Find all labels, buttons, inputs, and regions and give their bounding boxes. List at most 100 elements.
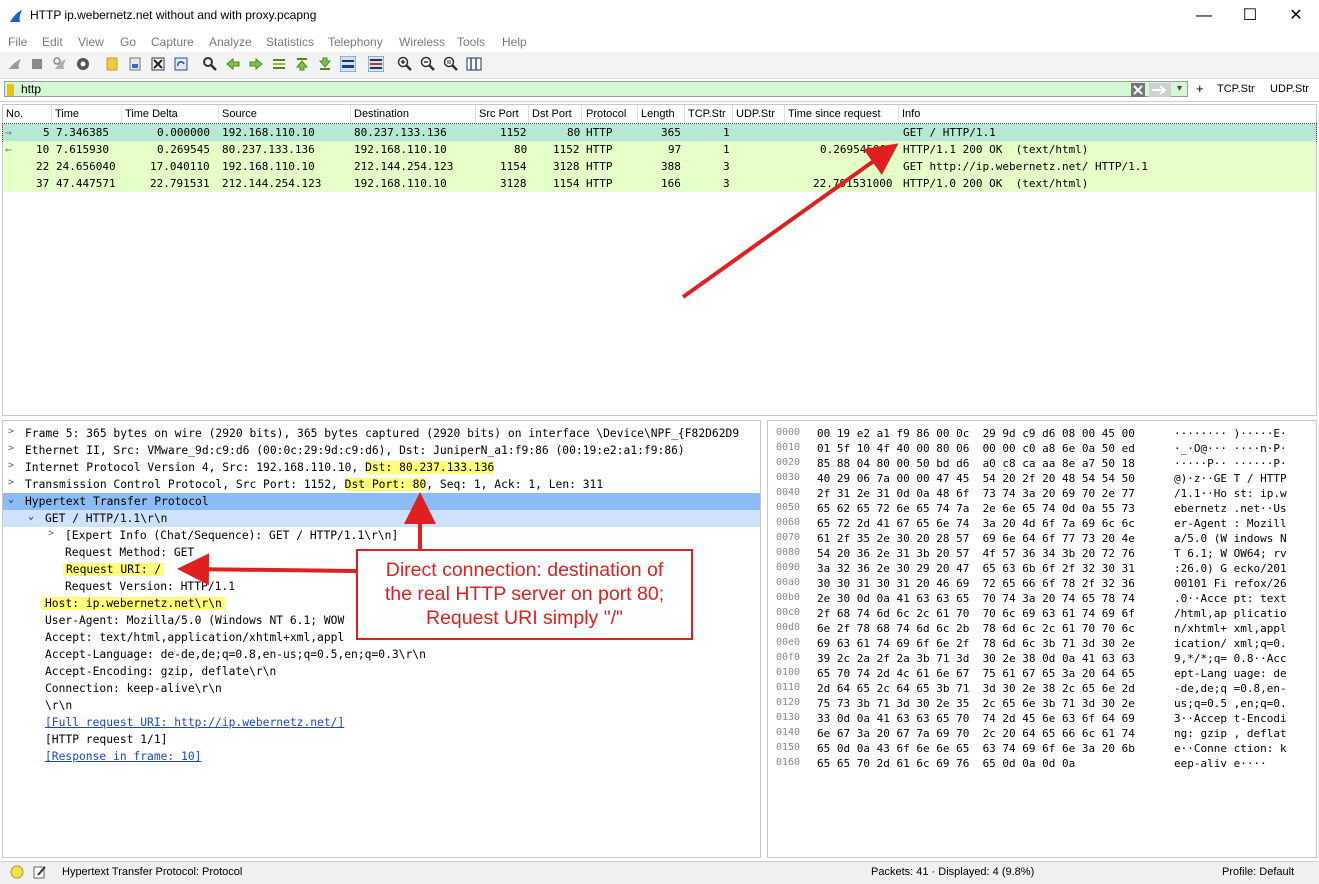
- expand-chevron-icon[interactable]: >: [8, 426, 14, 437]
- col-udp-stream[interactable]: UDP.Str: [736, 108, 775, 120]
- tree-accept-encoding[interactable]: Accept-Encoding: gzip, deflate\r\n: [3, 663, 760, 680]
- close-button[interactable]: ✕: [1273, 0, 1319, 32]
- tree-request-count[interactable]: [HTTP request 1/1]: [3, 731, 760, 748]
- open-file-icon[interactable]: [104, 56, 120, 72]
- menu-capture[interactable]: Capture: [151, 35, 194, 49]
- expert-info-icon[interactable]: [10, 865, 24, 879]
- collapse-chevron-icon[interactable]: ⌄: [28, 511, 34, 522]
- tree-ipv4[interactable]: > Internet Protocol Version 4, Src: 192.1…: [3, 459, 760, 476]
- expand-chevron-icon[interactable]: >: [8, 443, 14, 454]
- packet-list-header: No. Time Time Delta Source Destination S…: [3, 105, 1316, 125]
- filter-history-chevron-down-icon[interactable]: ▾: [1177, 83, 1182, 94]
- menu-help[interactable]: Help: [502, 35, 527, 49]
- filter-bookmark-icon[interactable]: [7, 84, 14, 96]
- go-to-packet-icon[interactable]: [271, 56, 287, 72]
- col-time[interactable]: Time: [55, 108, 79, 120]
- tree-tcp[interactable]: > Transmission Control Protocol, Src Port…: [3, 476, 760, 493]
- minimize-button[interactable]: —: [1181, 0, 1227, 32]
- packet-list[interactable]: No. Time Time Delta Source Destination S…: [2, 104, 1317, 416]
- col-no[interactable]: No.: [6, 108, 23, 120]
- menu-edit[interactable]: Edit: [42, 35, 63, 49]
- col-length[interactable]: Length: [641, 108, 675, 120]
- hex-ascii: 00101 Fi refox/26: [1174, 577, 1287, 590]
- find-packet-icon[interactable]: [202, 56, 218, 72]
- hex-bytes: 65 62 65 72 6e 65 74 7a 2e 6e 65 74 0d 0…: [817, 502, 1135, 515]
- hex-ascii: ng: gzip , deflat: [1174, 727, 1287, 740]
- menu-file[interactable]: File: [8, 35, 27, 49]
- tree-ethernet[interactable]: > Ethernet II, Src: VMware_9d:c9:d6 (00:0…: [3, 442, 760, 459]
- close-file-icon[interactable]: [150, 56, 166, 72]
- last-packet-icon[interactable]: [317, 56, 333, 72]
- full-request-uri-link[interactable]: [Full request URI: http://ip.webernetz.n…: [45, 716, 344, 729]
- menu-tools[interactable]: Tools: [457, 35, 485, 49]
- first-packet-icon[interactable]: [294, 56, 310, 72]
- response-in-frame-link[interactable]: [Response in frame: 10]: [45, 750, 201, 763]
- tree-frame[interactable]: > Frame 5: 365 bytes on wire (2920 bits),…: [3, 425, 760, 442]
- hex-offset: 00a0: [776, 577, 801, 588]
- display-filter-input[interactable]: http: [4, 81, 1188, 97]
- zoom-in-icon[interactable]: [397, 56, 413, 72]
- cell-length: 388: [661, 160, 681, 173]
- menu-view[interactable]: View: [78, 35, 104, 49]
- save-file-icon[interactable]: [127, 56, 143, 72]
- col-src-port[interactable]: Src Port: [479, 108, 519, 120]
- tree-expert-label: [Expert Info (Chat/Sequence): GET / HTTP…: [65, 529, 399, 542]
- reload-file-icon[interactable]: [173, 56, 189, 72]
- restart-capture-icon[interactable]: [52, 56, 68, 72]
- cell-tcp-stream: 3: [723, 160, 730, 173]
- packet-row[interactable]: 37 47.447571 22.791531 212.144.254.123 1…: [3, 175, 1316, 192]
- menu-analyze[interactable]: Analyze: [209, 35, 252, 49]
- resize-columns-icon[interactable]: [466, 56, 482, 72]
- hex-bytes: 65 65 70 2d 61 6c 69 76 65 0d 0a 0d 0a: [817, 757, 1076, 770]
- stop-capture-icon[interactable]: [29, 56, 45, 72]
- packet-row[interactable]: ← 10 7.615930 0.269545 80.237.133.136 19…: [3, 141, 1316, 158]
- cell-no: 37: [36, 177, 50, 190]
- col-time-since-request[interactable]: Time since request: [788, 108, 881, 120]
- col-time-delta[interactable]: Time Delta: [125, 108, 178, 120]
- col-info[interactable]: Info: [902, 108, 920, 120]
- col-dst-port[interactable]: Dst Port: [532, 108, 572, 120]
- packet-bytes-pane[interactable]: 0000 00 19 e2 a1 f9 86 00 0c 29 9d c9 d6 …: [767, 420, 1317, 858]
- menu-wireless[interactable]: Wireless: [399, 35, 445, 49]
- tree-response-in-frame[interactable]: [Response in frame: 10]: [3, 748, 760, 765]
- col-source[interactable]: Source: [222, 108, 257, 120]
- go-back-icon[interactable]: [225, 56, 241, 72]
- tree-conn-label: Connection: keep-alive\r\n: [45, 682, 222, 695]
- tree-full-uri[interactable]: [Full request URI: http://ip.webernetz.n…: [3, 714, 760, 731]
- autoscroll-icon[interactable]: [340, 56, 356, 72]
- tcp-stream-filter-button[interactable]: TCP.Str: [1217, 83, 1255, 95]
- col-tcp-stream[interactable]: TCP.Str: [688, 108, 726, 120]
- capture-comment-icon[interactable]: [33, 865, 47, 879]
- zoom-out-icon[interactable]: [420, 56, 436, 72]
- tree-expert-info[interactable]: > [Expert Info (Chat/Sequence): GET / HTT…: [3, 527, 760, 544]
- packet-row[interactable]: → 5 7.346385 0.000000 192.168.110.10 80.…: [2, 123, 1317, 142]
- menu-telephony[interactable]: Telephony: [328, 35, 383, 49]
- zoom-normal-icon[interactable]: [443, 56, 459, 72]
- hex-bytes: 2e 30 0d 0a 41 63 63 65 70 74 3a 20 74 6…: [817, 592, 1135, 605]
- clear-filter-icon[interactable]: [1131, 83, 1145, 97]
- menu-statistics[interactable]: Statistics: [266, 35, 314, 49]
- expand-chevron-icon[interactable]: >: [8, 477, 14, 488]
- maximize-button[interactable]: ☐: [1227, 0, 1273, 32]
- go-forward-icon[interactable]: [248, 56, 264, 72]
- expand-chevron-icon[interactable]: >: [8, 460, 14, 471]
- expand-chevron-icon[interactable]: >: [48, 528, 54, 539]
- capture-options-icon[interactable]: [75, 56, 91, 72]
- udp-stream-filter-button[interactable]: UDP.Str: [1270, 83, 1309, 95]
- col-protocol[interactable]: Protocol: [586, 108, 626, 120]
- tree-crlf[interactable]: \r\n: [3, 697, 760, 714]
- tree-reqn-label: [HTTP request 1/1]: [45, 733, 168, 746]
- tree-accept-language[interactable]: Accept-Language: de-de,de;q=0.8,en-us;q=…: [3, 646, 760, 663]
- col-destination[interactable]: Destination: [354, 108, 409, 120]
- apply-filter-icon[interactable]: [1149, 83, 1171, 97]
- colorize-icon[interactable]: [368, 56, 384, 72]
- add-filter-button[interactable]: +: [1196, 81, 1204, 96]
- collapse-chevron-icon[interactable]: ⌄: [8, 494, 14, 505]
- tree-connection[interactable]: Connection: keep-alive\r\n: [3, 680, 760, 697]
- tree-http[interactable]: ⌄ Hypertext Transfer Protocol: [3, 493, 760, 510]
- menu-go[interactable]: Go: [120, 35, 136, 49]
- packet-row[interactable]: 22 24.656040 17.040110 192.168.110.10 21…: [3, 158, 1316, 175]
- tree-http-get[interactable]: ⌄ GET / HTTP/1.1\r\n: [3, 510, 760, 527]
- status-profile[interactable]: Profile: Default: [1222, 866, 1294, 878]
- start-capture-icon[interactable]: [7, 56, 23, 72]
